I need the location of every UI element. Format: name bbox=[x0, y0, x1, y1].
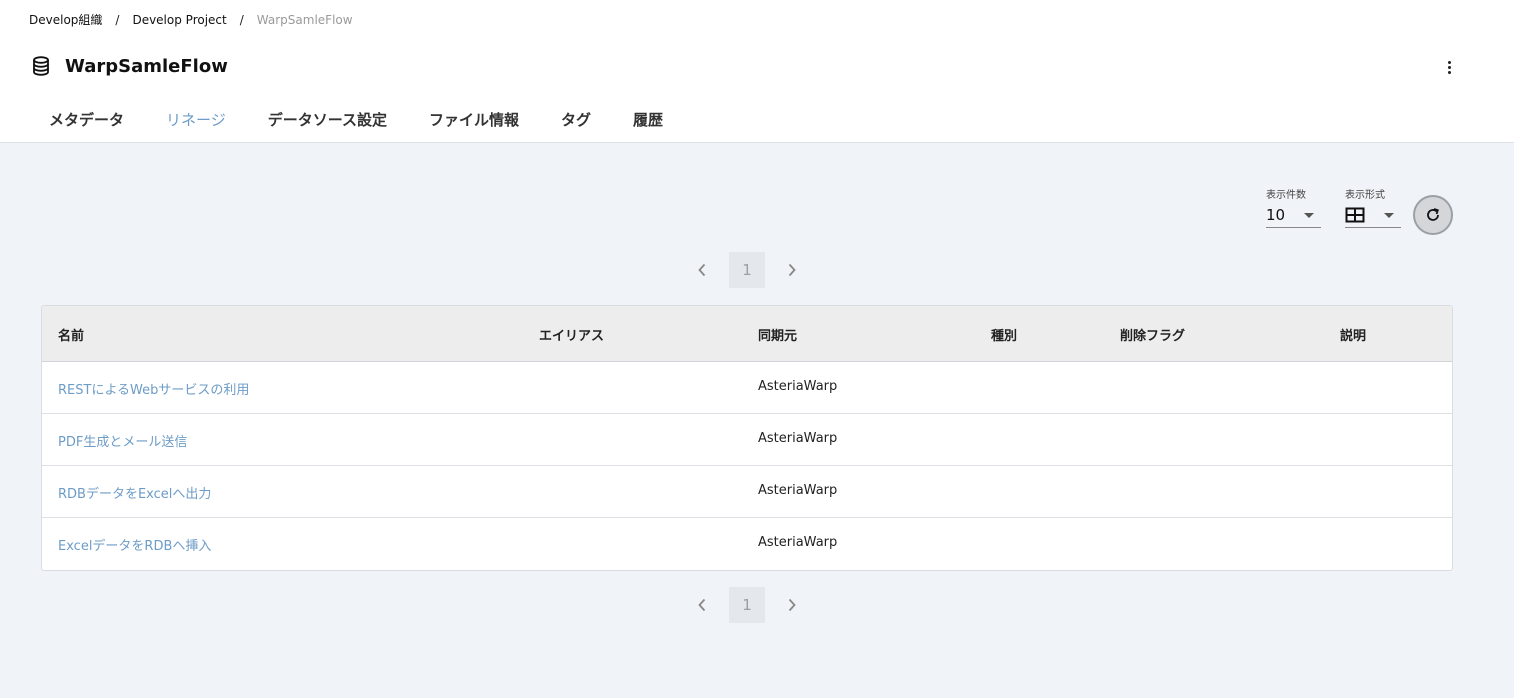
breadcrumb-item-organization[interactable]: Develop組織 bbox=[29, 11, 102, 28]
chevron-left-icon[interactable] bbox=[690, 593, 714, 617]
display-format-label: 表示形式 bbox=[1345, 190, 1385, 201]
column-header-description[interactable]: 説明 bbox=[1340, 325, 1366, 344]
row-name-link[interactable]: ExcelデータをRDBへ挿入 bbox=[58, 535, 211, 554]
row-source: AsteriaWarp bbox=[758, 535, 838, 550]
chevron-left-icon[interactable] bbox=[690, 258, 714, 282]
breadcrumb-separator: / bbox=[115, 12, 120, 27]
tab-tags[interactable]: タグ bbox=[540, 100, 612, 142]
table-row: ExcelデータをRDBへ挿入 AsteriaWarp bbox=[42, 518, 1452, 570]
chevron-down-icon bbox=[1304, 212, 1314, 218]
page-number-button[interactable]: 1 bbox=[729, 587, 765, 623]
row-name-link[interactable]: RDBデータをExcelへ出力 bbox=[58, 483, 211, 502]
table-row: RESTによるWebサービスの利用 AsteriaWarp bbox=[42, 362, 1452, 414]
database-icon bbox=[30, 55, 52, 77]
display-format-control: 表示形式 bbox=[1345, 186, 1401, 228]
row-name-link[interactable]: PDF生成とメール送信 bbox=[58, 431, 187, 450]
table-grid-icon bbox=[1345, 207, 1365, 223]
tab-datasource-settings[interactable]: データソース設定 bbox=[247, 100, 408, 142]
table-row: RDBデータをExcelへ出力 AsteriaWarp bbox=[42, 466, 1452, 518]
page-title: WarpSamleFlow bbox=[65, 55, 228, 77]
refresh-icon bbox=[1425, 207, 1441, 223]
column-header-name[interactable]: 名前 bbox=[58, 325, 84, 344]
breadcrumb-item-project[interactable]: Develop Project bbox=[132, 13, 226, 27]
display-count-value: 10 bbox=[1266, 206, 1286, 224]
table-header: 名前 エイリアス 同期元 種別 削除フラグ 説明 bbox=[42, 306, 1452, 362]
chevron-right-icon[interactable] bbox=[780, 593, 804, 617]
tab-history[interactable]: 履歴 bbox=[612, 100, 684, 142]
display-count-select[interactable]: 10 bbox=[1266, 203, 1321, 228]
row-name-link[interactable]: RESTによるWebサービスの利用 bbox=[58, 379, 249, 398]
lineage-table: 名前 エイリアス 同期元 種別 削除フラグ 説明 RESTによるWebサービスの… bbox=[41, 305, 1453, 571]
column-header-alias[interactable]: エイリアス bbox=[539, 325, 604, 344]
breadcrumb-separator: / bbox=[239, 12, 244, 27]
top-bar: Develop組織 / Develop Project / WarpSamleF… bbox=[0, 0, 1514, 143]
chevron-right-icon[interactable] bbox=[780, 258, 804, 282]
pagination-bottom: 1 bbox=[690, 587, 804, 623]
page-number-button[interactable]: 1 bbox=[729, 252, 765, 288]
table-row: PDF生成とメール送信 AsteriaWarp bbox=[42, 414, 1452, 466]
tab-metadata[interactable]: メタデータ bbox=[28, 100, 145, 142]
row-source: AsteriaWarp bbox=[758, 379, 838, 394]
tab-file-info[interactable]: ファイル情報 bbox=[408, 100, 540, 142]
column-header-source[interactable]: 同期元 bbox=[758, 325, 797, 344]
column-header-kind[interactable]: 種別 bbox=[991, 325, 1017, 344]
row-source: AsteriaWarp bbox=[758, 483, 838, 498]
display-count-control: 表示件数 10 bbox=[1266, 186, 1321, 228]
display-count-label: 表示件数 bbox=[1266, 190, 1306, 201]
page-header: WarpSamleFlow bbox=[30, 55, 228, 77]
chevron-down-icon bbox=[1384, 212, 1394, 218]
breadcrumb: Develop組織 / Develop Project / WarpSamleF… bbox=[29, 11, 353, 28]
more-vert-icon[interactable] bbox=[1437, 57, 1461, 77]
view-controls: 表示件数 10 表示形式 bbox=[1266, 186, 1401, 228]
row-source: AsteriaWarp bbox=[758, 431, 838, 446]
refresh-button[interactable] bbox=[1413, 195, 1453, 235]
display-format-select[interactable] bbox=[1345, 203, 1401, 228]
pagination-top: 1 bbox=[690, 252, 804, 288]
column-header-delete-flag[interactable]: 削除フラグ bbox=[1120, 325, 1185, 344]
breadcrumb-item-current: WarpSamleFlow bbox=[256, 12, 353, 27]
tab-lineage[interactable]: リネージ bbox=[145, 100, 247, 142]
tab-bar: メタデータ リネージ データソース設定 ファイル情報 タグ 履歴 bbox=[28, 100, 684, 142]
